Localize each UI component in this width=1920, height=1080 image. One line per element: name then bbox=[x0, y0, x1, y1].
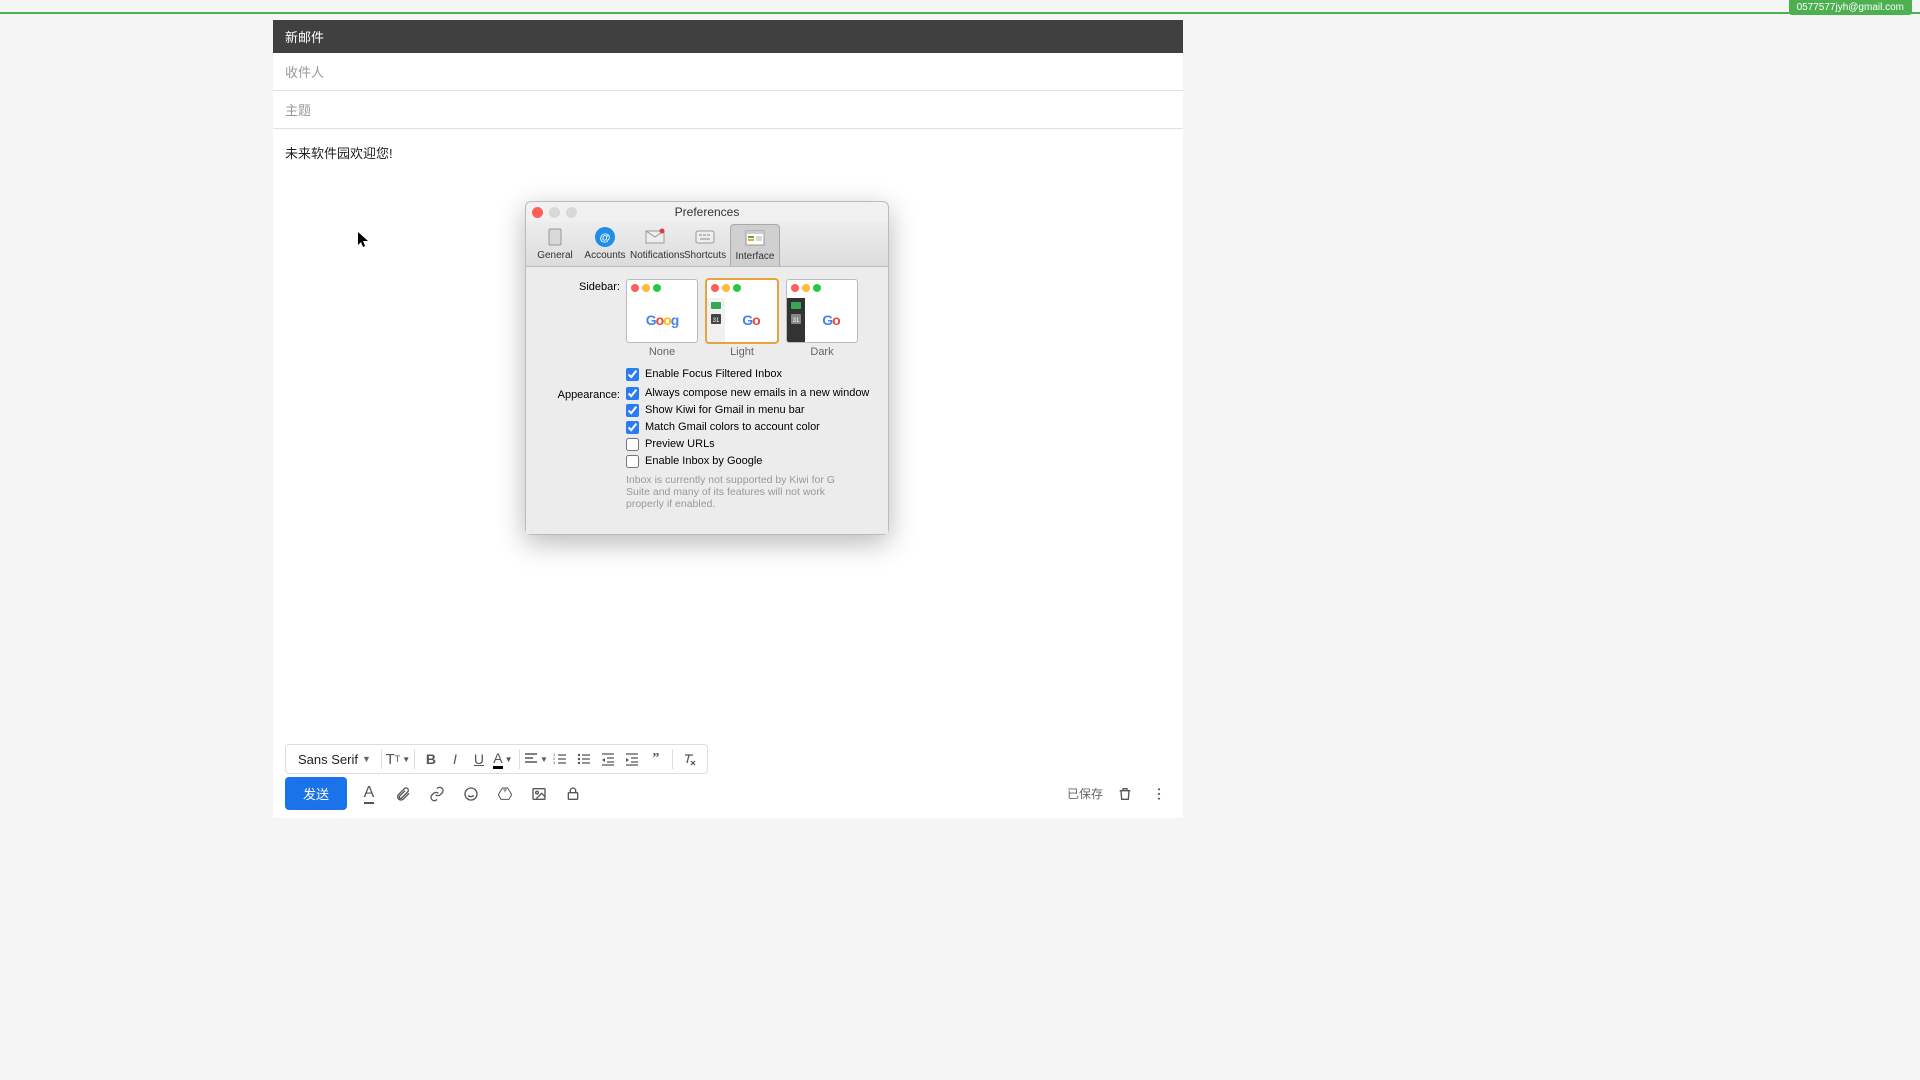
subject-field[interactable]: 主题 bbox=[273, 91, 1183, 129]
underline-button[interactable]: U bbox=[467, 747, 491, 771]
indent-less-button[interactable] bbox=[596, 747, 620, 771]
prefs-titlebar: Preferences bbox=[526, 202, 888, 222]
top-bar bbox=[0, 0, 1920, 14]
insert-drive-icon[interactable] bbox=[493, 782, 517, 806]
mouse-cursor-icon bbox=[358, 232, 370, 248]
insert-emoji-icon[interactable] bbox=[459, 782, 483, 806]
font-selector[interactable]: Sans Serif ▼ bbox=[292, 752, 377, 767]
insert-link-icon[interactable] bbox=[425, 782, 449, 806]
preferences-dialog: Preferences General @ Accounts Notificat… bbox=[525, 201, 889, 535]
check-match-colors[interactable]: Match Gmail colors to account color bbox=[626, 421, 869, 434]
align-button[interactable]: ▼ bbox=[524, 747, 548, 771]
saved-status: 已保存 bbox=[1067, 785, 1103, 802]
check-enable-inbox[interactable]: Enable Inbox by Google bbox=[626, 455, 869, 468]
prefs-title: Preferences bbox=[526, 205, 888, 219]
compose-body[interactable]: 未来软件园欢迎您! bbox=[273, 129, 1183, 176]
more-options-icon[interactable] bbox=[1147, 782, 1171, 806]
recipients-field[interactable]: 收件人 bbox=[273, 53, 1183, 91]
format-toolbar: Sans Serif ▼ TT▼ B I U A▼ ▼ 123 ” bbox=[285, 744, 708, 774]
check-preview-urls[interactable]: Preview URLs bbox=[626, 438, 869, 451]
confidential-mode-icon[interactable] bbox=[561, 782, 585, 806]
svg-text:@: @ bbox=[600, 232, 611, 244]
tab-interface[interactable]: Interface bbox=[730, 224, 780, 266]
svg-text:3: 3 bbox=[553, 760, 556, 765]
attach-file-icon[interactable] bbox=[391, 782, 415, 806]
discard-draft-icon[interactable] bbox=[1113, 782, 1137, 806]
clear-formatting-button[interactable] bbox=[677, 747, 701, 771]
indent-more-button[interactable] bbox=[620, 747, 644, 771]
sidebar-option-dark[interactable]: 31 Go Dark bbox=[786, 279, 858, 358]
font-size-button[interactable]: TT▼ bbox=[386, 747, 410, 771]
maximize-icon[interactable] bbox=[566, 207, 577, 218]
prefs-tabs: General @ Accounts Notifications Shortcu… bbox=[526, 222, 888, 267]
minimize-icon[interactable] bbox=[549, 207, 560, 218]
italic-button[interactable]: I bbox=[443, 747, 467, 771]
sidebar-option-none[interactable]: Goog None bbox=[626, 279, 698, 358]
interface-icon bbox=[743, 227, 767, 249]
monitor-icon bbox=[791, 302, 801, 310]
window-controls bbox=[532, 207, 577, 218]
font-name: Sans Serif bbox=[298, 752, 358, 767]
compose-actions: 发送 A 已保存 bbox=[285, 777, 1171, 810]
formatting-icon[interactable]: A bbox=[357, 782, 381, 806]
sidebar-option-light[interactable]: 31 Go Light bbox=[706, 279, 778, 358]
check-compose-new-window[interactable]: Always compose new emails in a new windo… bbox=[626, 387, 869, 400]
general-icon bbox=[543, 226, 567, 248]
calendar-icon: 31 bbox=[711, 314, 721, 324]
accounts-icon: @ bbox=[593, 226, 617, 248]
send-button[interactable]: 发送 bbox=[285, 777, 347, 810]
sidebar-label: Sidebar: bbox=[540, 279, 626, 358]
quote-button[interactable]: ” bbox=[644, 747, 668, 771]
appearance-label: Appearance: bbox=[540, 387, 626, 510]
calendar-icon: 31 bbox=[791, 314, 801, 324]
text-color-button[interactable]: A▼ bbox=[491, 747, 515, 771]
close-icon[interactable] bbox=[532, 207, 543, 218]
chevron-down-icon: ▼ bbox=[362, 754, 371, 764]
notifications-icon bbox=[643, 226, 667, 248]
numbered-list-button[interactable]: 123 bbox=[548, 747, 572, 771]
bulleted-list-button[interactable] bbox=[572, 747, 596, 771]
shortcuts-icon bbox=[693, 226, 717, 248]
tab-general[interactable]: General bbox=[530, 224, 580, 266]
prefs-body: Sidebar: Goog None 31 bbox=[526, 267, 888, 534]
svg-text:31: 31 bbox=[793, 318, 800, 324]
tab-notifications[interactable]: Notifications bbox=[630, 224, 680, 266]
svg-text:31: 31 bbox=[713, 318, 720, 324]
inbox-help-text: Inbox is currently not supported by Kiwi… bbox=[626, 474, 846, 510]
tab-accounts[interactable]: @ Accounts bbox=[580, 224, 630, 266]
monitor-icon bbox=[711, 302, 721, 310]
bold-button[interactable]: B bbox=[419, 747, 443, 771]
check-show-menu-bar[interactable]: Show Kiwi for Gmail in menu bar bbox=[626, 404, 869, 417]
account-email-badge[interactable]: 0577577jyh@gmail.com bbox=[1789, 0, 1912, 15]
check-focus-inbox[interactable]: Enable Focus Filtered Inbox bbox=[626, 368, 782, 381]
tab-shortcuts[interactable]: Shortcuts bbox=[680, 224, 730, 266]
insert-photo-icon[interactable] bbox=[527, 782, 551, 806]
compose-title: 新邮件 bbox=[273, 20, 1183, 53]
